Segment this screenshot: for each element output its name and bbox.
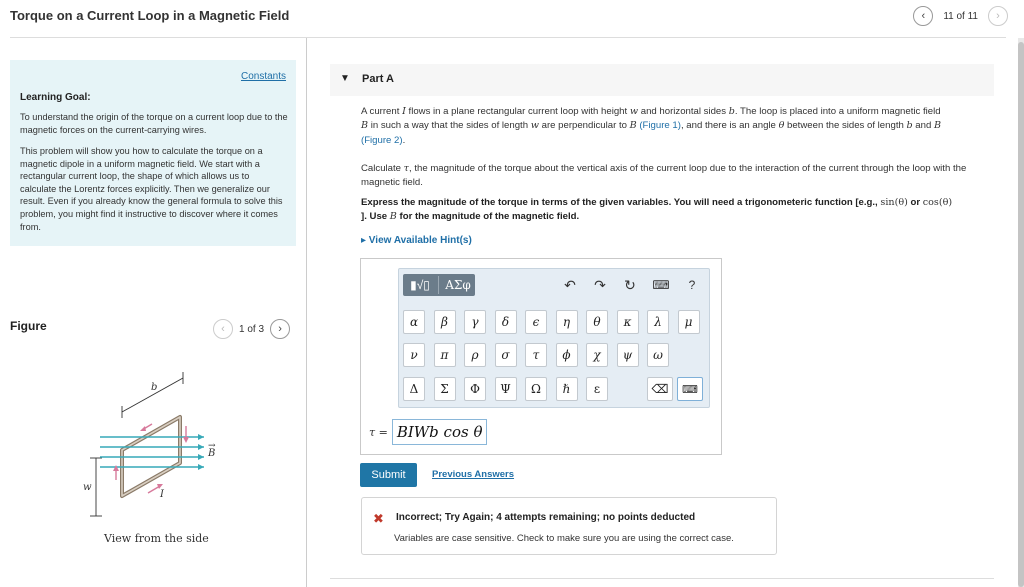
previous-answers-link[interactable]: Previous Answers [432, 469, 514, 480]
field-arrowhead [198, 444, 204, 450]
vector-arrow: → [208, 441, 216, 451]
scrollbar[interactable] [1018, 38, 1024, 587]
learning-goal-text-2: This problem will show you how to calcul… [20, 146, 283, 232]
reset-icon[interactable]: ↻ [619, 274, 641, 296]
chevron-right-icon: › [996, 10, 1000, 22]
field-arrowhead [198, 454, 204, 460]
page-title: Torque on a Current Loop in a Magnetic F… [10, 8, 290, 23]
prev-item-button[interactable]: ‹ [913, 6, 934, 26]
learning-goal-heading: Learning Goal: [20, 92, 91, 103]
symbol-key[interactable]: Δ [403, 377, 425, 401]
symbol-key[interactable]: Σ [433, 377, 456, 401]
view-hints-link[interactable]: ▸ View Available Hint(s) [361, 235, 472, 246]
next-item-button[interactable]: › [988, 6, 1008, 26]
answer-lhs: τ = [369, 425, 388, 439]
symbol-key[interactable]: λ [647, 310, 669, 334]
symbol-key[interactable]: ε [586, 377, 608, 401]
delete-key[interactable]: ⌫ [647, 377, 673, 401]
symbol-key[interactable]: Φ [464, 377, 486, 401]
top-bar: Torque on a Current Loop in a Magnetic F… [0, 0, 1024, 36]
symbol-key[interactable]: α [403, 310, 425, 334]
symbol-key[interactable]: ℏ [555, 377, 578, 401]
symbol-key[interactable]: μ [677, 310, 700, 334]
symbol-key[interactable]: ν [403, 343, 425, 367]
label-b: b [151, 382, 157, 393]
collapse-caret-icon[interactable]: ▼ [340, 73, 350, 84]
error-x-icon: ✖ [373, 511, 384, 526]
symbol-key[interactable]: σ [494, 343, 517, 367]
part-title: Part A [362, 73, 394, 85]
figure-2-link[interactable]: (Figure 2) [361, 135, 403, 146]
bottom-divider [330, 578, 994, 579]
current-loop-figure: b w B → I [83, 372, 216, 517]
scrollbar-thumb[interactable] [1018, 42, 1024, 587]
symbol-key[interactable]: β [433, 310, 456, 334]
chevron-right-icon: › [278, 323, 282, 335]
undo-icon[interactable]: ↶ [559, 274, 581, 296]
figure-count: 1 of 3 [239, 323, 265, 335]
symbol-key[interactable]: ρ [464, 343, 486, 367]
keyboard-shortcuts-icon[interactable]: ⌨ [650, 274, 672, 296]
symbol-key[interactable]: ω [647, 343, 669, 367]
templates-icon[interactable]: ▮√▯ [403, 274, 437, 296]
current-arrowhead [113, 465, 119, 471]
figure-1-link[interactable]: (Figure 1) [639, 120, 681, 131]
learning-goal-text-1: To understand the origin of the torque o… [20, 112, 288, 135]
answer-row: τ = BIWb cos θ [369, 419, 488, 445]
answer-input[interactable]: BIWb cos θ [391, 419, 488, 445]
next-figure-button[interactable]: › [270, 319, 291, 339]
label-w: w [83, 482, 92, 493]
help-icon[interactable]: ? [681, 274, 703, 296]
constants-link[interactable]: Constants [241, 71, 286, 82]
current-arrowhead [183, 437, 189, 443]
part-a-header[interactable]: ▼ Part A [330, 64, 994, 96]
field-arrowhead [198, 464, 204, 470]
symbol-key[interactable]: Ψ [494, 377, 517, 401]
item-pager: ‹ 11 of 11 › [913, 6, 1008, 26]
symbol-key[interactable]: χ [586, 343, 608, 367]
figure-heading: Figure [10, 319, 47, 333]
magnetic-field-lines [100, 436, 204, 468]
submit-button[interactable]: Submit [360, 463, 417, 487]
learning-goal-panel: Constants Learning Goal: To understand t… [10, 60, 296, 246]
problem-statement: A current I flows in a plane rectangular… [361, 106, 942, 146]
figure-pager: ‹ 1 of 3 › [213, 319, 291, 339]
feedback-message: Variables are case sensitive. Check to m… [394, 533, 734, 544]
problem-question: Calculate τ, the magnitude of the torque… [361, 163, 967, 189]
templates-button[interactable]: ▮√▯ ΑΣφ [403, 274, 475, 296]
symbol-palette: ▮√▯ ΑΣφ ↶ ↷ ↻ ⌨ ? αβγδϵηθκλμ νπρστϕχψω Δ… [398, 268, 710, 408]
symbol-key[interactable]: Ω [525, 377, 547, 401]
symbol-key[interactable]: ϵ [525, 310, 547, 334]
header-divider [10, 37, 1006, 38]
chevron-left-icon: ‹ [221, 323, 225, 335]
symbol-key[interactable]: π [433, 343, 456, 367]
symbol-key[interactable]: κ [616, 310, 639, 334]
current-arrowhead [140, 426, 146, 431]
prev-figure-button[interactable]: ‹ [213, 319, 233, 339]
keyboard-toggle-key[interactable]: ⌨ [677, 377, 703, 401]
symbol-key[interactable]: τ [525, 343, 547, 367]
symbol-key[interactable]: γ [464, 310, 486, 334]
symbol-key[interactable]: δ [494, 310, 517, 334]
field-arrowhead [198, 434, 204, 440]
item-count: 11 of 11 [943, 10, 978, 22]
symbol-key[interactable]: θ [586, 310, 608, 334]
feedback-title: Incorrect; Try Again; 4 attempts remaini… [396, 512, 696, 523]
redo-icon[interactable]: ↷ [589, 274, 611, 296]
figure-caption: View from the side [104, 532, 209, 545]
column-divider [306, 38, 307, 587]
symbol-key[interactable]: ϕ [555, 343, 578, 367]
feedback-box: ✖ Incorrect; Try Again; 4 attempts remai… [361, 497, 777, 555]
label-I: I [159, 489, 165, 500]
symbol-key[interactable]: η [555, 310, 578, 334]
problem-instructions: Express the magnitude of the torque in t… [361, 197, 953, 223]
greek-symbols-button[interactable]: ΑΣφ [441, 274, 475, 296]
chevron-left-icon: ‹ [921, 10, 926, 22]
symbol-key[interactable]: ψ [616, 343, 639, 367]
